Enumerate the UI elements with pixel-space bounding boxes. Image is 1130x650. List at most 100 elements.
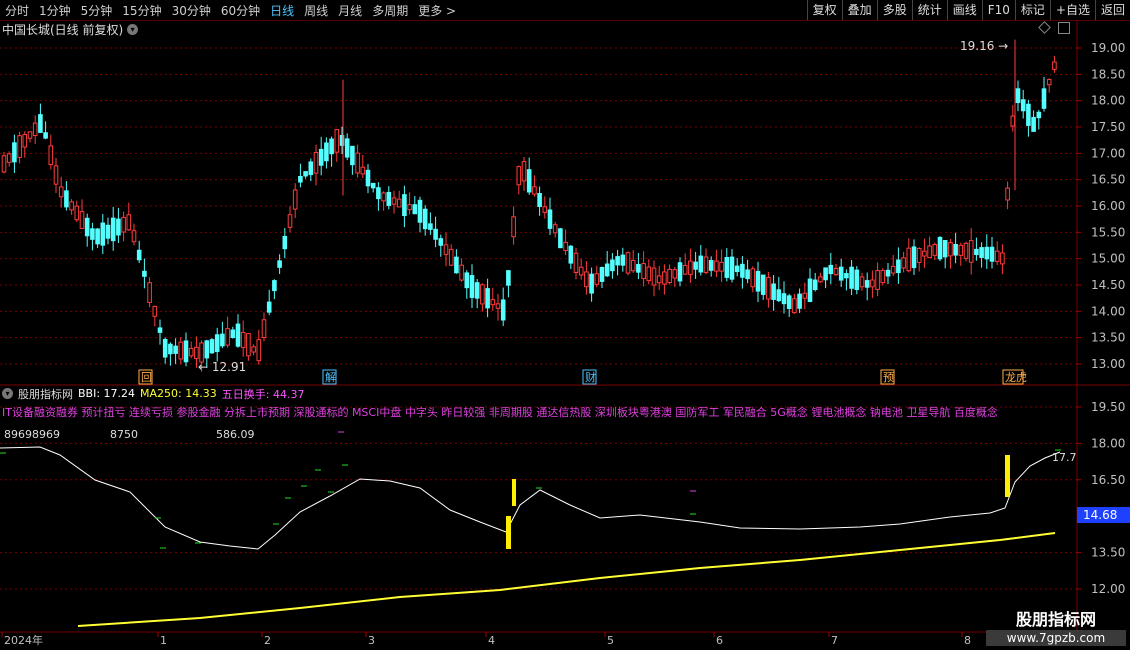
candle-body: [870, 279, 875, 288]
time-label: 7: [831, 634, 838, 647]
candle-body: [69, 201, 74, 211]
candle-body: [516, 166, 522, 186]
candle-body: [558, 228, 563, 249]
candle-body: [610, 259, 615, 272]
axis-label: 15.50: [1091, 225, 1125, 239]
candle-body: [422, 208, 428, 230]
indicator-name[interactable]: 股朋指标网: [18, 386, 73, 402]
candle-body: [58, 186, 64, 198]
candle-body: [1015, 88, 1021, 104]
candle-body: [641, 263, 646, 280]
turnover-value: 五日换手: 44.37: [221, 387, 305, 401]
event-marker: 预: [883, 371, 894, 384]
candle-body: [958, 244, 964, 256]
candle-body: [833, 267, 839, 276]
candle-body: [979, 247, 984, 258]
axis-label: 13.50: [1091, 331, 1125, 345]
candle-body: [563, 241, 568, 252]
candle-body: [396, 198, 402, 208]
candle-body: [121, 216, 126, 233]
candle-body: [838, 266, 844, 281]
candle-body: [1020, 99, 1026, 112]
candle-body: [901, 257, 906, 269]
candle-body: [968, 240, 974, 263]
candle-body: [438, 238, 444, 246]
candle-body: [615, 256, 620, 266]
candle-body: [620, 254, 626, 266]
candle-body: [651, 267, 657, 286]
candle-body: [552, 224, 558, 234]
time-label: 8: [964, 634, 971, 647]
candle-body: [693, 261, 698, 270]
candle-body: [183, 340, 189, 363]
candle-body: [277, 260, 282, 268]
candle-body: [376, 187, 381, 200]
candle-body: [719, 261, 724, 272]
candle-body: [906, 247, 912, 272]
indicator-num-1: 89698969: [4, 428, 60, 441]
candle-body: [688, 260, 693, 275]
candle-body: [209, 339, 215, 354]
candle-body: [932, 244, 938, 256]
high-annotation: 19.16 →: [960, 39, 1008, 53]
candle-body: [875, 270, 880, 290]
candle-body: [136, 249, 142, 261]
axis-label: 13.00: [1091, 357, 1125, 371]
candle-body: [1010, 115, 1016, 127]
candle-body: [854, 269, 860, 290]
candle-body: [740, 263, 745, 278]
candle-body: [308, 161, 314, 176]
candle-body: [225, 328, 230, 346]
candle-body: [506, 270, 511, 286]
candle-body: [64, 190, 69, 208]
candle-body: [246, 333, 251, 357]
chevron-down-icon[interactable]: ▾: [2, 388, 13, 399]
candle-body: [922, 250, 927, 257]
candle-body: [927, 245, 932, 259]
candle-body: [147, 282, 152, 303]
candle-body: [110, 217, 116, 242]
candle-body: [942, 240, 948, 258]
candle-body: [282, 235, 288, 250]
candle-body: [984, 246, 990, 260]
candle-body: [261, 319, 267, 339]
candle-body: [303, 171, 308, 177]
candle-body: [963, 242, 969, 259]
candle-body: [188, 347, 194, 357]
candle-body: [272, 280, 277, 292]
axis-label: 15.00: [1091, 252, 1125, 266]
candle-body: [578, 266, 584, 276]
candle-body: [157, 327, 163, 333]
candle-body: [1000, 252, 1005, 265]
candle-body: [292, 189, 298, 210]
time-label: 5: [607, 634, 614, 647]
candle-body: [584, 271, 589, 288]
candle-body: [386, 191, 392, 206]
concept-list: IT设备融资融券 预计扭亏 连续亏损 参股金融 分拆上市预期 深股通标的 MSC…: [2, 406, 998, 419]
candle-body: [568, 245, 574, 264]
candle-body: [448, 248, 454, 266]
candle-body: [547, 209, 553, 229]
signal-bar: [512, 479, 516, 506]
axis-label: 19.00: [1091, 41, 1125, 55]
signal-bar: [1005, 455, 1010, 497]
candle-body: [937, 236, 943, 260]
candle-body: [500, 299, 506, 321]
indicator-header: ▾ 股朋指标网 BBI: 17.24 MA250: 14.33 五日换手: 44…: [2, 386, 304, 401]
candle-body: [360, 166, 366, 175]
candle-body: [256, 339, 262, 362]
event-marker: 财: [585, 370, 596, 384]
candle-body: [313, 151, 319, 174]
candle-body: [802, 292, 808, 299]
candle-body: [844, 273, 849, 279]
candle-body: [916, 247, 922, 263]
axis-label: 16.50: [1091, 173, 1125, 187]
candle-body: [173, 345, 178, 354]
candle-body: [594, 273, 600, 285]
candle-body: [890, 265, 896, 274]
candle-body: [1031, 116, 1036, 132]
candle-body: [485, 288, 490, 309]
candle-body: [682, 264, 688, 275]
axis-label: 18.00: [1091, 436, 1125, 450]
watermark-title: 股朋指标网: [1015, 610, 1096, 629]
